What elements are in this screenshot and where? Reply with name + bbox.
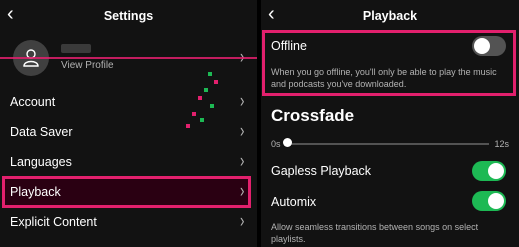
chevron-right-icon: › xyxy=(239,181,245,202)
crossfade-max-label: 12s xyxy=(494,139,509,149)
settings-item-label: Explicit Content xyxy=(10,215,97,229)
toggle-knob xyxy=(488,163,504,179)
settings-item-label: Playback xyxy=(10,185,61,199)
profile-name: user xyxy=(61,44,91,53)
crossfade-min-label: 0s xyxy=(271,139,281,149)
crossfade-slider-thumb[interactable] xyxy=(283,138,292,147)
settings-screen: ‹ Settings user View Profile › Account ›… xyxy=(0,0,257,247)
settings-item-label: Languages xyxy=(10,155,72,169)
settings-item-data-saver[interactable]: Data Saver › xyxy=(0,118,257,146)
annotation-line xyxy=(0,57,257,59)
playback-header: ‹ Playback xyxy=(261,0,519,32)
settings-item-explicit-content[interactable]: Explicit Content › xyxy=(0,208,257,236)
settings-item-label: Data Saver xyxy=(10,125,73,139)
page-title: Playback xyxy=(362,9,418,23)
gapless-playback-label: Gapless Playback xyxy=(271,164,372,178)
chevron-right-icon: › xyxy=(239,151,245,172)
gapless-playback-toggle[interactable] xyxy=(472,161,506,181)
settings-item-languages[interactable]: Languages › xyxy=(0,148,257,176)
settings-item-playback[interactable]: Playback › xyxy=(0,178,257,206)
automix-description: Allow seamless transitions between songs… xyxy=(271,222,479,244)
page-title: Settings xyxy=(103,9,154,23)
offline-highlight xyxy=(262,30,516,96)
automix-toggle[interactable] xyxy=(472,191,506,211)
chevron-right-icon: › xyxy=(239,211,245,232)
crossfade-heading: Crossfade xyxy=(271,106,355,125)
view-profile-link[interactable]: View Profile xyxy=(61,60,114,71)
chevron-right-icon: › xyxy=(239,121,245,142)
settings-item-label: Account xyxy=(10,95,56,109)
chevron-right-icon: › xyxy=(239,91,245,112)
toggle-knob xyxy=(488,193,504,209)
settings-item-account[interactable]: Account › xyxy=(0,88,257,116)
automix-label: Automix xyxy=(271,195,317,209)
settings-header: ‹ Settings xyxy=(0,0,257,32)
crossfade-slider-track[interactable] xyxy=(287,143,489,145)
